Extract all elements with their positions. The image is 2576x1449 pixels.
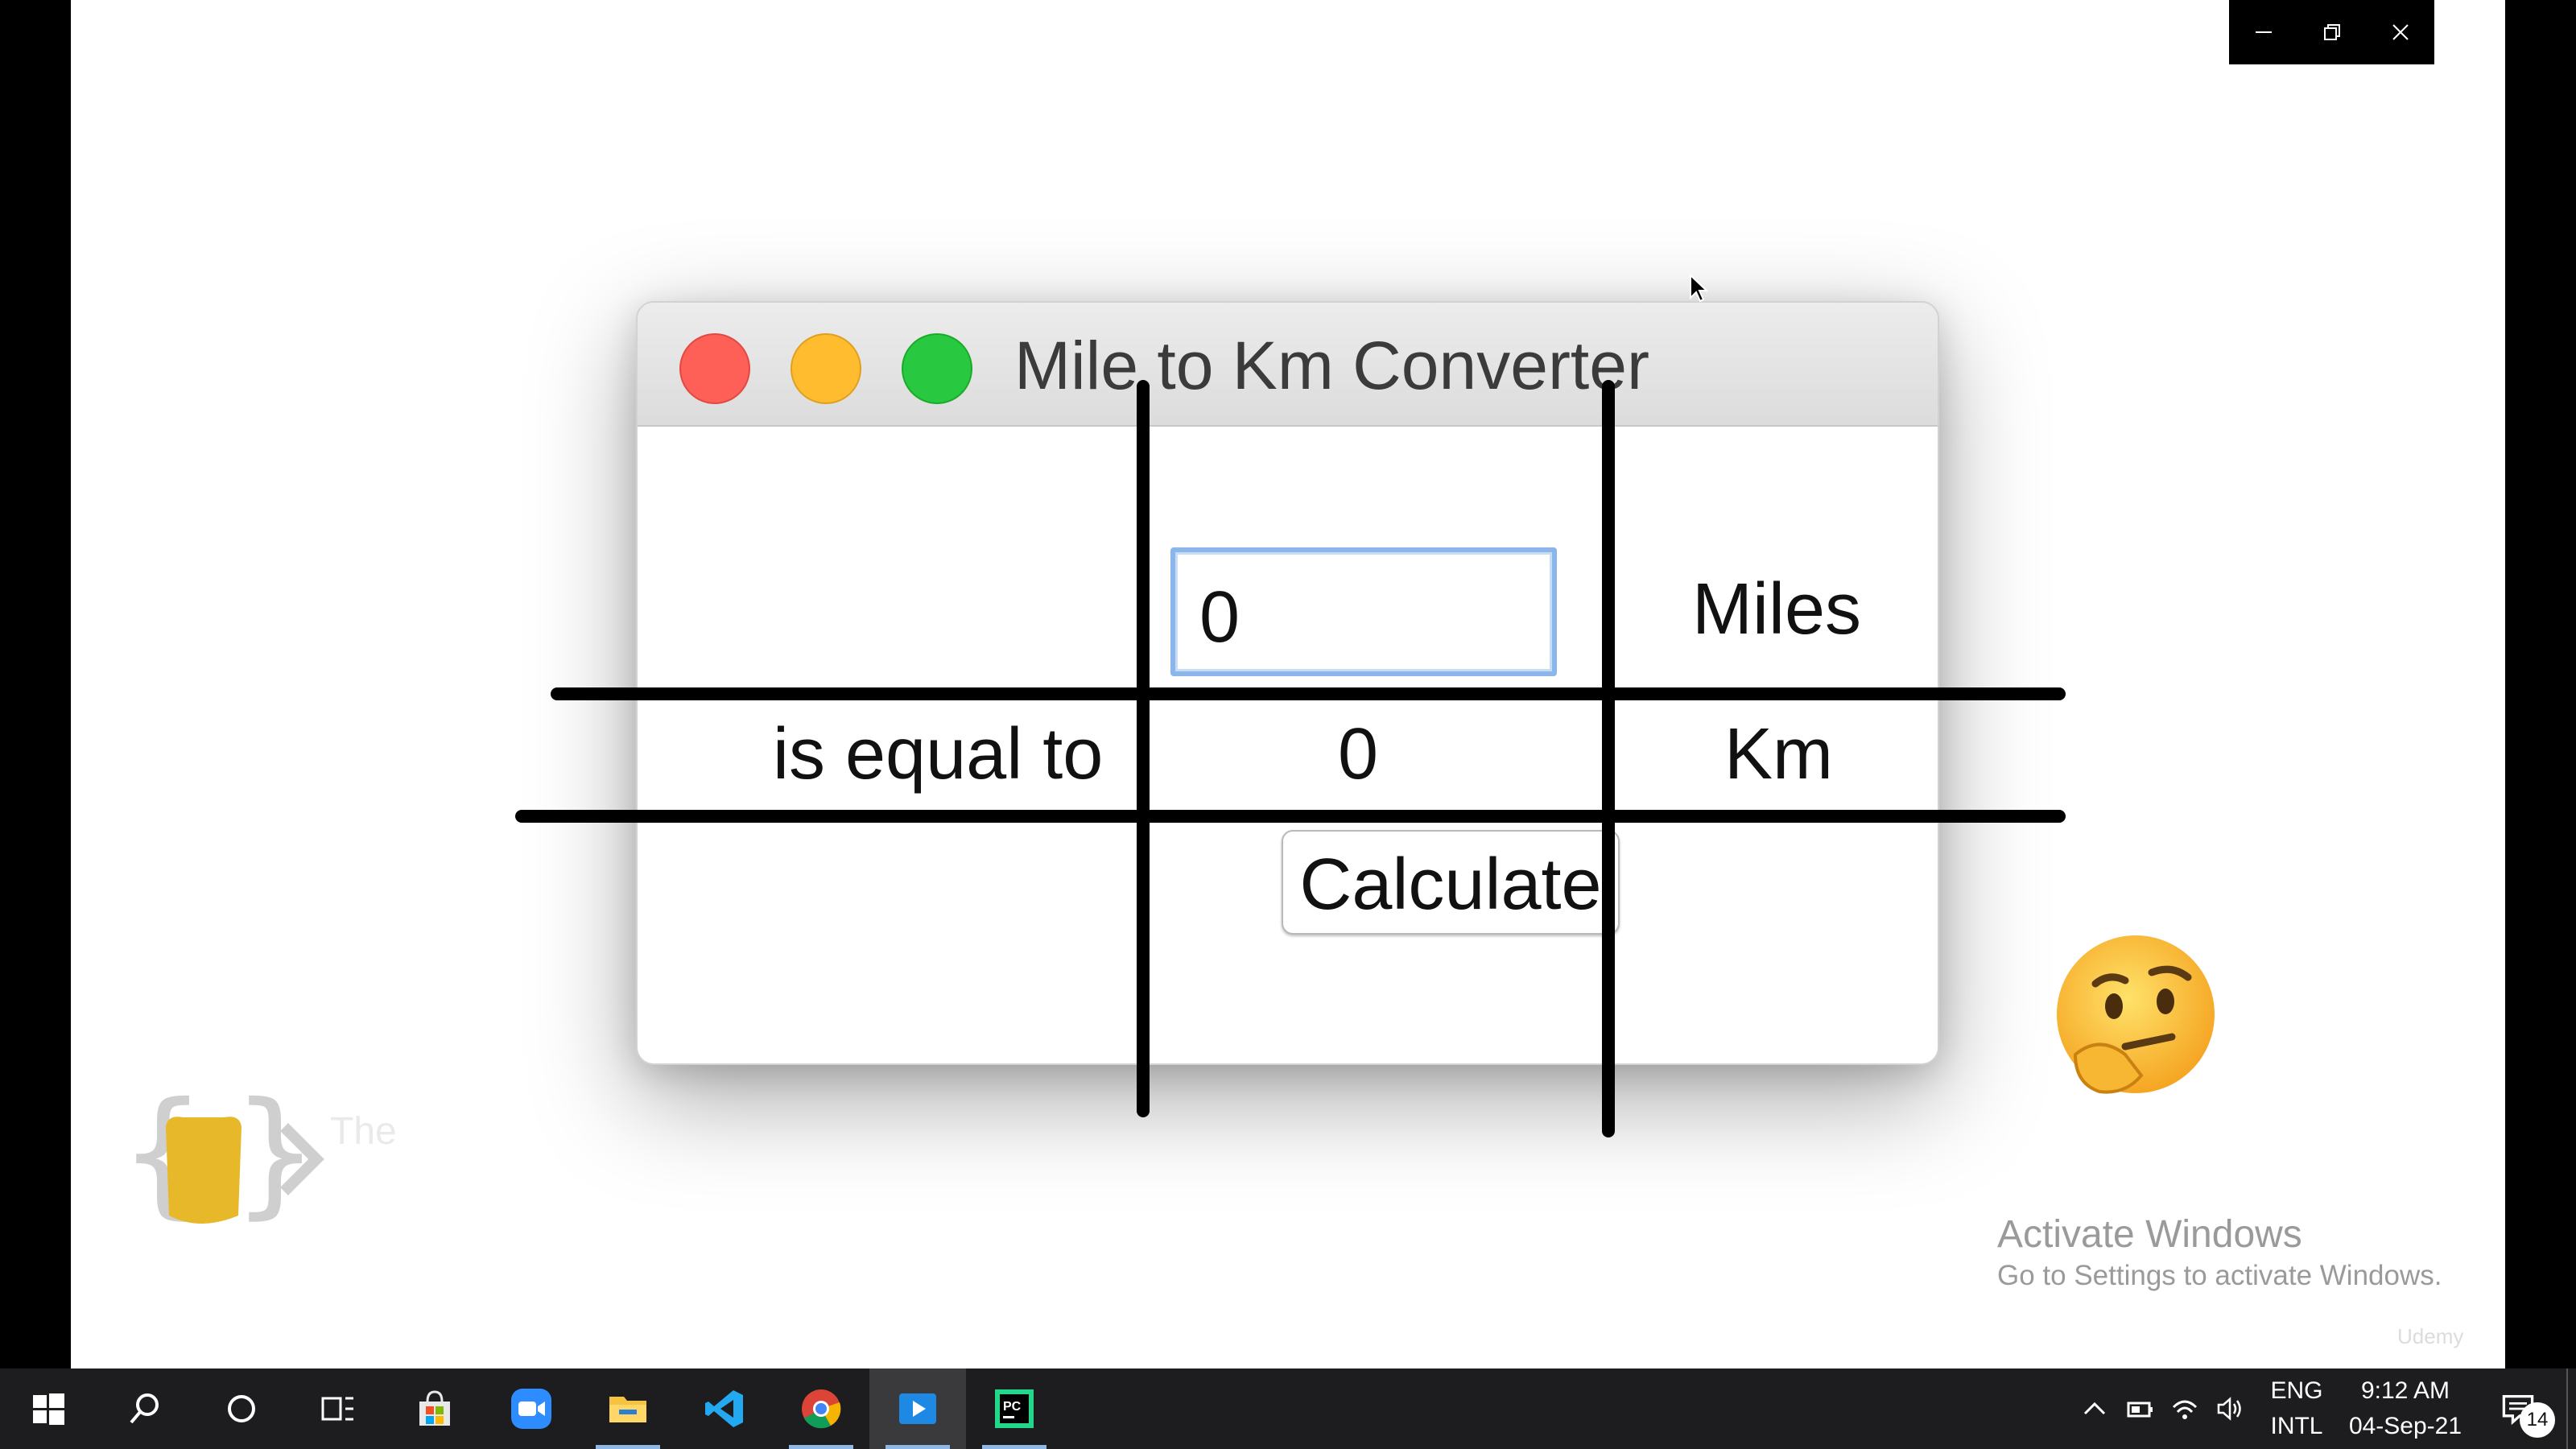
taskbar: PC ENG INTL 9:12 AM 04-Sep-21 14 [0, 1368, 2576, 1449]
activate-title: Activate Windows [1997, 1213, 2302, 1256]
task-view-icon [321, 1397, 353, 1421]
activate-windows-watermark: Activate Windows Go to Settings to activ… [1997, 1212, 2442, 1292]
pycharm-icon: PC [995, 1389, 1034, 1428]
speaker-icon [2217, 1397, 2241, 1421]
taskbar-zoom[interactable] [483, 1368, 580, 1449]
thinking-face-icon [2057, 935, 2215, 1094]
app-brewery-logo: { } [119, 1079, 324, 1232]
circle-icon [228, 1395, 255, 1422]
clock-date: 04-Sep-21 [2348, 1413, 2462, 1439]
km-result-value: 0 [1338, 714, 1379, 795]
minimize-icon [2255, 31, 2272, 33]
taskbar-file-explorer[interactable] [580, 1368, 676, 1449]
network-button[interactable] [2162, 1368, 2207, 1449]
store-icon [419, 1390, 450, 1426]
converter-window: Mile to Km Converter 0 Miles is equal to… [636, 301, 1939, 1065]
chrome-icon [802, 1389, 841, 1429]
clock-time: 9:12 AM [2360, 1377, 2450, 1404]
show-hidden-icons-button[interactable] [2072, 1368, 2117, 1449]
restore-button[interactable] [2297, 0, 2366, 64]
keyboard-layout: INTL [2270, 1413, 2323, 1439]
window-titlebar: Mile to Km Converter [638, 303, 1938, 427]
language-code: ENG [2270, 1377, 2323, 1404]
task-view-button[interactable] [290, 1368, 386, 1449]
close-button[interactable] [2366, 0, 2434, 64]
miles-input-value: 0 [1199, 577, 1241, 658]
minimize-button[interactable] [2229, 0, 2297, 64]
input-language-button[interactable]: ENG INTL [2252, 1373, 2341, 1444]
folder-icon [609, 1397, 646, 1422]
player-window-controls [2229, 0, 2434, 64]
taskbar-search-button[interactable] [97, 1368, 193, 1449]
system-tray: ENG INTL 9:12 AM 04-Sep-21 14 [2072, 1368, 2576, 1449]
miles-input[interactable]: 0 [1170, 547, 1557, 676]
battery-icon [2127, 1402, 2153, 1418]
activate-subtitle: Go to Settings to activate Windows. [1997, 1260, 2442, 1291]
taskbar-pycharm[interactable]: PC [966, 1368, 1063, 1449]
wifi-icon [2172, 1400, 2198, 1419]
notification-count-badge: 14 [2520, 1402, 2555, 1438]
volume-button[interactable] [2207, 1368, 2252, 1449]
miles-label: Miles [1692, 569, 1862, 650]
taskbar-vscode[interactable] [676, 1368, 773, 1449]
mouse-cursor-icon [1690, 274, 1709, 303]
taskbar-chrome[interactable] [773, 1368, 869, 1449]
taskbar-media-player[interactable] [869, 1368, 966, 1449]
km-label: Km [1724, 714, 1833, 795]
search-icon [130, 1393, 159, 1424]
chevron-up-icon [2083, 1402, 2106, 1415]
battery-button[interactable] [2117, 1368, 2162, 1449]
svg-text:PC: PC [1003, 1400, 1022, 1414]
window-title: Mile to Km Converter [1014, 328, 1649, 403]
video-frame: Mile to Km Converter 0 Miles is equal to… [71, 0, 2505, 1368]
clock-button[interactable]: 9:12 AM 04-Sep-21 [2341, 1373, 2470, 1444]
show-desktop-button[interactable] [2566, 1368, 2576, 1449]
video-camera-icon [511, 1389, 551, 1429]
logo-text: The [330, 1110, 397, 1153]
equal-label: is equal to [773, 714, 1104, 795]
udemy-watermark: Udemy [2397, 1324, 2464, 1348]
vscode-icon [705, 1390, 743, 1427]
start-button[interactable] [0, 1368, 97, 1449]
calculate-button[interactable]: Calculate [1282, 830, 1620, 935]
play-icon [899, 1393, 936, 1424]
close-icon [2392, 24, 2409, 40]
action-center-button[interactable]: 14 [2470, 1368, 2566, 1449]
taskbar-store[interactable] [386, 1368, 483, 1449]
windows-logo-icon [33, 1393, 64, 1425]
restore-icon [2323, 24, 2340, 40]
cortana-button[interactable] [193, 1368, 290, 1449]
